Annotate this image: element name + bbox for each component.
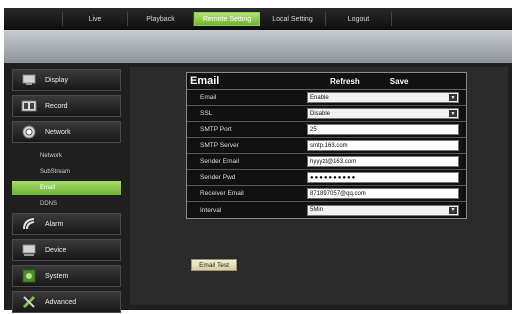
receiver-email-input[interactable]: 871897057@qq.com	[307, 188, 459, 199]
header-bar	[4, 30, 512, 63]
email-test-button[interactable]: Email Test	[191, 259, 237, 271]
sidebar-label: Device	[45, 246, 67, 254]
field-label: Receiver Email	[200, 190, 244, 197]
save-button[interactable]: Save	[390, 77, 409, 86]
sidebar-label: Network	[45, 128, 71, 136]
sidebar-item-record[interactable]: Record	[12, 95, 121, 117]
sender-email-input[interactable]: hyyyzt@163.com	[307, 156, 459, 167]
form-title: Email	[190, 75, 220, 87]
row-ssl: SSL Disable ▼	[187, 106, 466, 122]
sidebar-subitem-email[interactable]: Email	[12, 181, 121, 195]
field-label: SMTP Port	[200, 126, 232, 133]
select-value: Enable	[310, 94, 329, 101]
monitor-icon	[21, 73, 37, 87]
field-label: Sender Pwd	[200, 174, 236, 181]
sidebar-label: Record	[45, 102, 68, 110]
dropdown-arrow-icon[interactable]: ▼	[449, 110, 457, 117]
row-smtp-port: SMTP Port 25	[187, 122, 466, 138]
tab-logout[interactable]: Logout	[326, 12, 392, 26]
tab-remote-setting[interactable]: Remote Setting	[194, 12, 260, 26]
sidebar-label: Advanced	[45, 298, 77, 306]
sidebar-label: Alarm	[45, 220, 64, 228]
row-smtp-server: SMTP Server smtp.163.com	[187, 138, 466, 154]
alarm-icon	[21, 217, 37, 231]
select-value: 5Min	[310, 207, 324, 213]
network-icon	[21, 125, 37, 139]
row-sender-pwd: Sender Pwd ●●●●●●●●●●	[187, 170, 466, 186]
sidebar: Display Record Network Network SubStream…	[12, 69, 121, 313]
sidebar-subitem-network[interactable]: Network	[12, 149, 121, 163]
sidebar-item-device[interactable]: Device	[12, 239, 121, 261]
sidebar-subitem-ddns[interactable]: DDNS	[12, 197, 121, 211]
sidebar-item-alarm[interactable]: Alarm	[12, 213, 121, 235]
refresh-button[interactable]: Refresh	[330, 77, 360, 86]
sidebar-label: Display	[45, 76, 68, 84]
ssl-select[interactable]: Disable ▼	[307, 108, 459, 119]
tools-icon	[21, 295, 37, 309]
email-enable-select[interactable]: Enable ▼	[307, 92, 459, 103]
field-label: Interval	[200, 206, 222, 214]
sidebar-item-advanced[interactable]: Advanced	[12, 291, 121, 313]
field-label: Sender Email	[200, 158, 240, 165]
sidebar-label: System	[45, 272, 69, 280]
smtp-server-input[interactable]: smtp.163.com	[307, 140, 459, 151]
row-interval: Interval 5Min ▼	[187, 202, 466, 218]
field-label: SMTP Server	[200, 142, 239, 149]
select-value: Disable	[310, 110, 331, 117]
device-icon	[21, 243, 37, 257]
sidebar-item-system[interactable]: System	[12, 265, 121, 287]
sender-password-input[interactable]: ●●●●●●●●●●	[307, 172, 459, 183]
sidebar-subitem-substream[interactable]: SubStream	[12, 165, 121, 179]
system-icon	[21, 269, 37, 283]
tab-playback[interactable]: Playback	[128, 12, 194, 26]
tab-live[interactable]: Live	[62, 12, 128, 26]
form-header: Email Refresh Save	[187, 73, 466, 90]
dropdown-arrow-icon[interactable]: ▼	[449, 94, 457, 101]
row-email: Email Enable ▼	[187, 90, 466, 106]
field-label: Email	[200, 94, 217, 101]
record-icon	[21, 99, 37, 113]
smtp-port-input[interactable]: 25	[307, 124, 459, 135]
field-label: SSL	[200, 110, 213, 117]
row-sender-email: Sender Email hyyyzt@163.com	[187, 154, 466, 170]
row-receiver-email: Receiver Email 871897057@qq.com	[187, 186, 466, 202]
interval-select[interactable]: 5Min ▼	[307, 204, 459, 216]
top-nav: Live Playback Remote Setting Local Setti…	[4, 8, 512, 30]
tab-local-setting[interactable]: Local Setting	[260, 12, 326, 26]
sidebar-item-network[interactable]: Network	[12, 121, 121, 143]
sidebar-item-display[interactable]: Display	[12, 69, 121, 91]
email-settings-form: Email Refresh Save Email Enable ▼ SSL Di…	[186, 72, 467, 219]
dropdown-arrow-icon[interactable]: ▼	[449, 206, 457, 214]
